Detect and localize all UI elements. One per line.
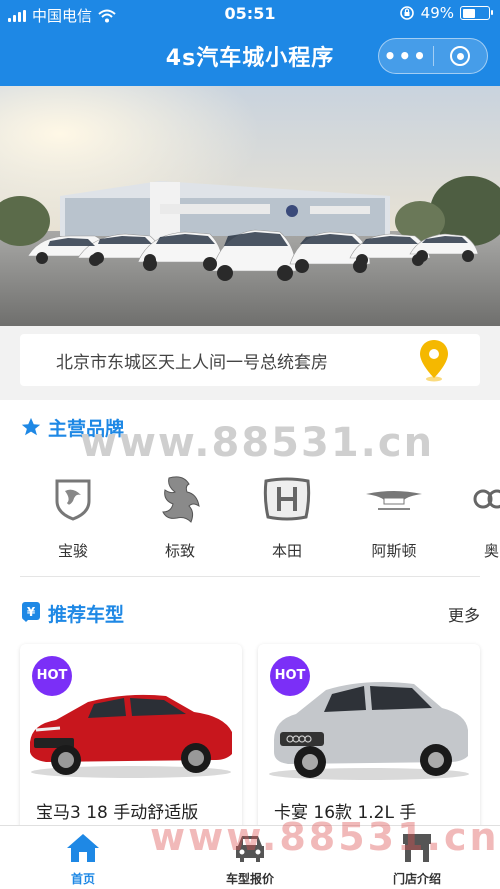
peugeot-logo-icon: [162, 476, 200, 523]
recommend-title: 推荐车型: [48, 604, 125, 626]
recommend-section: ¥ 推荐车型 更多 HOT 宝马3 18 手动舒适版 HOT 卡宴 16款 1.…: [0, 580, 500, 834]
close-button[interactable]: [434, 46, 488, 66]
mini-program-capsule: •••: [378, 38, 488, 74]
battery-icon: [460, 6, 493, 20]
tab-label: 首页: [70, 872, 95, 886]
battery-percent: 49%: [420, 4, 454, 22]
brand-name: 标致: [164, 542, 195, 560]
brand-item-aston[interactable]: 阿斯顿: [349, 470, 439, 561]
brand-name: 阿斯顿: [371, 542, 417, 560]
price-tag-icon: ¥: [22, 602, 40, 622]
brand-item-honda[interactable]: 本田: [242, 470, 332, 561]
tab-label: 门店介绍: [392, 872, 441, 886]
brands-section: 主营品牌 www.88531.cn 宝骏 标致 本田 阿斯顿 奥: [0, 400, 500, 580]
brand-item-audi[interactable]: 奥: [456, 470, 500, 561]
rotation-lock-icon: [399, 6, 414, 20]
footer-watermark: www.88531.cn: [150, 815, 500, 859]
star-icon: [21, 417, 41, 436]
brand-item-baojun[interactable]: 宝骏: [28, 470, 118, 561]
brand-name: 宝骏: [57, 542, 88, 560]
close-ring-icon: [450, 46, 471, 66]
section-divider: [20, 576, 480, 577]
address-card[interactable]: 北京市东城区天上人间一号总统套房: [20, 334, 480, 386]
baojun-logo-icon: [55, 479, 91, 521]
hero-banner[interactable]: [0, 86, 500, 326]
hot-badge: HOT: [32, 656, 72, 696]
car-card[interactable]: HOT 卡宴 16款 1.2L 手: [258, 644, 480, 834]
brand-name: 奥: [484, 542, 500, 560]
store-address: 北京市东城区天上人间一号总统套房: [56, 353, 328, 373]
dealership-photo: [0, 86, 500, 326]
home-icon: [67, 834, 99, 862]
brand-list: 宝骏 标致 本田 阿斯顿 奥: [0, 470, 500, 570]
location-pin-icon[interactable]: [418, 338, 450, 382]
status-bar: 中国电信 05:51 49%: [0, 0, 500, 28]
car-card[interactable]: HOT 宝马3 18 手动舒适版: [20, 644, 242, 834]
honda-logo-icon: [263, 477, 311, 521]
more-menu-button[interactable]: •••: [379, 39, 433, 73]
brand-name: 本田: [271, 542, 302, 560]
svg-text:¥: ¥: [27, 605, 36, 619]
hot-badge: HOT: [270, 656, 310, 696]
more-link[interactable]: 更多: [448, 602, 480, 626]
aston-martin-logo-icon: [366, 491, 422, 510]
tab-home[interactable]: 首页: [23, 832, 143, 887]
tab-label: 车型报价: [225, 872, 274, 886]
watermark: www.88531.cn: [80, 420, 435, 466]
brand-item-peugeot[interactable]: 标致: [135, 470, 225, 561]
audi-logo-icon: [473, 489, 500, 509]
nav-bar: 4s汽车城小程序 •••: [0, 28, 500, 86]
